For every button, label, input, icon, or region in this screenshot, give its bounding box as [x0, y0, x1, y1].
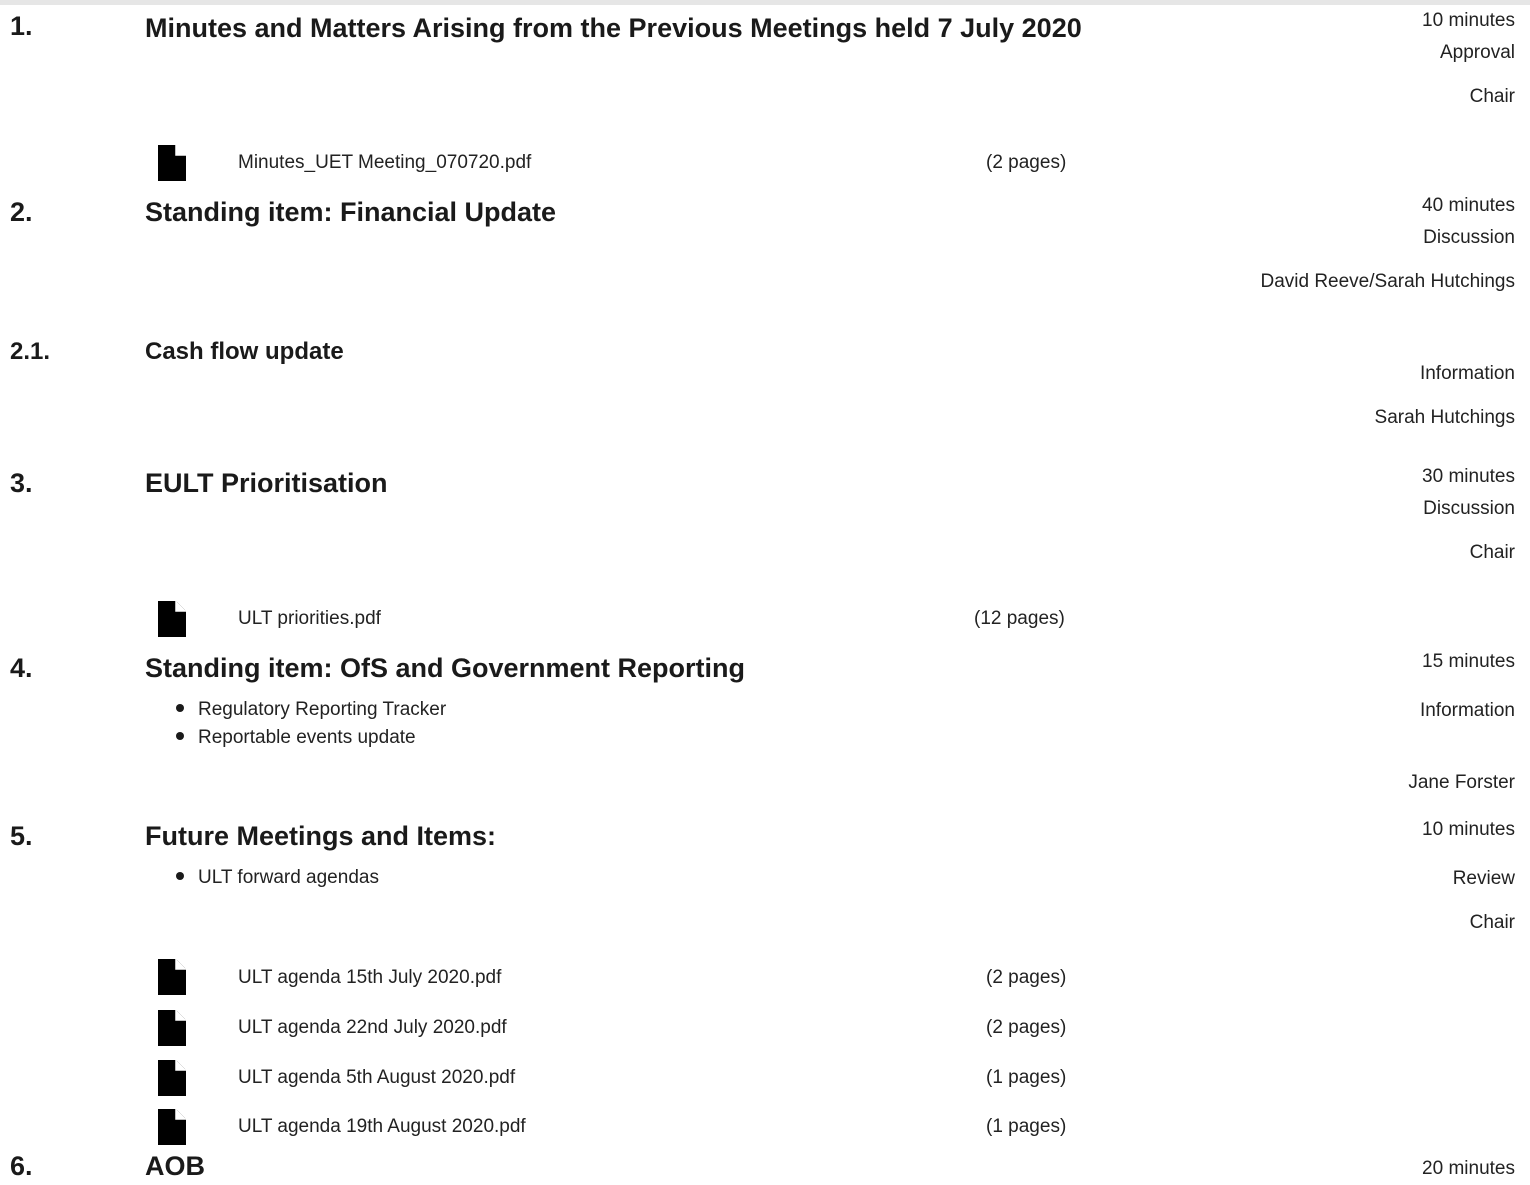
document-link[interactable]: ULT priorities.pdf [238, 608, 381, 630]
document-page-count: (2 pages) [986, 152, 1067, 173]
item-title: Future Meetings and Items: [145, 821, 497, 851]
item-type: Discussion [1423, 498, 1515, 519]
item-title: Cash flow update [145, 338, 344, 365]
bullet-item: ULT forward agendas [176, 867, 379, 889]
item-duration: 10 minutes [1422, 819, 1515, 840]
item-presenter: David Reeve/Sarah Hutchings [1260, 271, 1515, 292]
item-title: AOB [145, 1151, 205, 1181]
item-number: 4. [10, 653, 33, 683]
document-page-count: (12 pages) [974, 608, 1065, 629]
item-type: Review [1452, 868, 1515, 889]
item-presenter: Sarah Hutchings [1374, 407, 1515, 428]
document-link[interactable]: ULT agenda 5th August 2020.pdf [238, 1067, 515, 1089]
item-duration: 15 minutes [1422, 651, 1515, 672]
document-link[interactable]: ULT agenda 22nd July 2020.pdf [238, 1017, 507, 1039]
item-type: Approval [1440, 42, 1515, 63]
document-icon[interactable] [158, 601, 186, 637]
document-icon[interactable] [158, 145, 186, 181]
item-title: Minutes and Matters Arising from the Pre… [145, 13, 1082, 43]
document-page-count: (2 pages) [986, 967, 1067, 988]
item-number: 1. [10, 11, 33, 41]
item-presenter: Chair [1469, 86, 1515, 107]
document-link[interactable]: ULT agenda 19th August 2020.pdf [238, 1116, 526, 1138]
document-icon[interactable] [158, 1109, 186, 1145]
document-icon[interactable] [158, 959, 186, 995]
item-title: EULT Prioritisation [145, 468, 388, 498]
item-type: Discussion [1423, 227, 1515, 248]
item-duration: 30 minutes [1422, 466, 1515, 487]
item-duration: 40 minutes [1422, 195, 1515, 216]
document-icon[interactable] [158, 1060, 186, 1096]
item-number: 2.1. [10, 338, 51, 365]
item-number: 5. [10, 821, 33, 851]
item-title: Standing item: OfS and Government Report… [145, 653, 746, 683]
item-duration: 20 minutes [1422, 1158, 1515, 1179]
top-divider [0, 0, 1530, 5]
document-link[interactable]: ULT agenda 15th July 2020.pdf [238, 967, 501, 989]
item-number: 3. [10, 468, 33, 498]
item-type: Information [1419, 363, 1515, 384]
document-page-count: (1 pages) [986, 1067, 1067, 1088]
bullet-item: Reportable events update [176, 727, 416, 749]
document-link[interactable]: Minutes_UET Meeting_070720.pdf [238, 152, 531, 174]
item-type: Information [1419, 700, 1515, 721]
document-page-count: (2 pages) [986, 1017, 1067, 1038]
item-presenter: Chair [1469, 912, 1515, 933]
item-number: 6. [10, 1151, 33, 1181]
document-page-count: (1 pages) [986, 1116, 1067, 1137]
item-number: 2. [10, 197, 33, 227]
item-duration: 10 minutes [1422, 10, 1515, 31]
item-presenter: Chair [1469, 542, 1515, 563]
item-presenter: Jane Forster [1408, 772, 1515, 793]
bullet-item: Regulatory Reporting Tracker [176, 699, 446, 721]
item-title: Standing item: Financial Update [145, 197, 557, 227]
document-icon[interactable] [158, 1010, 186, 1046]
